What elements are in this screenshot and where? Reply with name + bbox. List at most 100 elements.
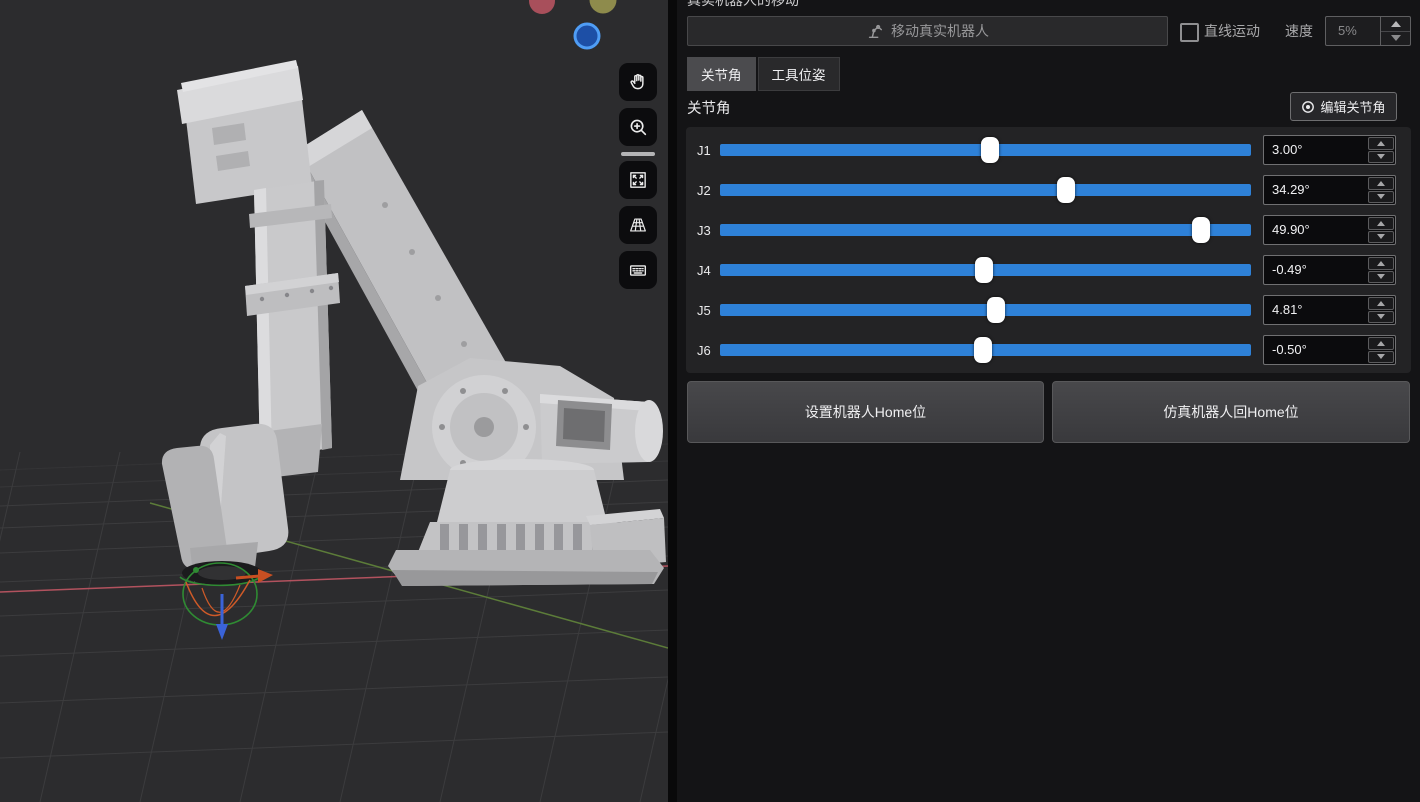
arrow-down-icon <box>1377 274 1385 279</box>
zoom-in-icon <box>627 116 649 138</box>
value-decrease-button[interactable] <box>1368 231 1394 244</box>
joint-slider-j4[interactable] <box>720 257 1251 283</box>
value-increase-button[interactable] <box>1368 137 1394 150</box>
linear-motion-checkbox[interactable] <box>1180 23 1199 42</box>
value-decrease-button[interactable] <box>1368 311 1394 324</box>
joint-label: J2 <box>697 183 720 198</box>
slider-handle[interactable] <box>981 137 999 163</box>
joint-value-spinbox-j4[interactable]: -0.49° <box>1263 255 1396 285</box>
joint-row: J5 4.81° <box>686 290 1411 330</box>
value-increase-button[interactable] <box>1368 257 1394 270</box>
edit-joint-angles-button[interactable]: 编辑关节角 <box>1290 92 1397 121</box>
joint-label: J5 <box>697 303 720 318</box>
pan-hand-button[interactable] <box>619 63 657 101</box>
arrow-down-icon <box>1377 154 1385 159</box>
arrow-up-icon <box>1377 301 1385 306</box>
joint-value: -0.50° <box>1264 336 1367 364</box>
zoom-in-button[interactable] <box>619 108 657 146</box>
keyboard-shortcuts-button[interactable] <box>619 251 657 289</box>
slider-track[interactable] <box>720 224 1251 236</box>
slider-track[interactable] <box>720 304 1251 316</box>
joint-sliders-group: J1 3.00° J2 34.29° <box>686 127 1411 373</box>
arrow-down-icon <box>1391 35 1401 41</box>
joint-value: -0.49° <box>1264 256 1367 284</box>
move-real-robot-label: 移动真实机器人 <box>891 21 989 41</box>
joint-row: J3 49.90° <box>686 210 1411 250</box>
ground-grid-icon <box>627 214 649 236</box>
slider-handle[interactable] <box>974 337 992 363</box>
panel-splitter[interactable] <box>668 0 677 802</box>
value-increase-button[interactable] <box>1368 217 1394 230</box>
toolbar-divider <box>621 152 655 156</box>
joint-slider-j1[interactable] <box>720 137 1251 163</box>
edit-target-icon <box>1301 100 1315 114</box>
joint-value: 49.90° <box>1264 216 1367 244</box>
joint-slider-j6[interactable] <box>720 337 1251 363</box>
arrow-down-icon <box>1377 354 1385 359</box>
axis-ball-red <box>529 0 555 14</box>
panel-title: 真实机器人的移动 <box>687 0 799 10</box>
slider-handle[interactable] <box>987 297 1005 323</box>
linear-motion-label: 直线运动 <box>1204 16 1260 46</box>
arrow-up-icon <box>1391 21 1401 27</box>
speed-increase-button[interactable] <box>1381 17 1410 32</box>
edit-joint-angles-label: 编辑关节角 <box>1320 97 1385 116</box>
ground-grid-button[interactable] <box>619 206 657 244</box>
joint-value-spinbox-j2[interactable]: 34.29° <box>1263 175 1396 205</box>
value-increase-button[interactable] <box>1368 297 1394 310</box>
spinbox-arrows <box>1367 296 1395 324</box>
speed-spinner[interactable]: 5% <box>1325 16 1411 46</box>
pan-hand-icon <box>627 71 649 93</box>
spinbox-arrows <box>1367 136 1395 164</box>
joint-slider-j3[interactable] <box>720 217 1251 243</box>
value-decrease-button[interactable] <box>1368 271 1394 284</box>
sim-robot-return-home-button[interactable]: 仿真机器人回Home位 <box>1052 381 1410 443</box>
joint-value: 34.29° <box>1264 176 1367 204</box>
speed-decrease-button[interactable] <box>1381 32 1410 46</box>
spinbox-arrows <box>1367 216 1395 244</box>
joint-value-spinbox-j3[interactable]: 49.90° <box>1263 215 1396 245</box>
arrow-down-icon <box>1377 194 1385 199</box>
3d-viewport[interactable] <box>0 0 668 802</box>
arrow-up-icon <box>1377 341 1385 346</box>
arrow-down-icon <box>1377 234 1385 239</box>
panel-tabs: 关节角 工具位姿 <box>687 57 840 91</box>
tab-tool-pose[interactable]: 工具位姿 <box>758 57 840 91</box>
joint-label: J4 <box>697 263 720 278</box>
speed-value: 5% <box>1326 17 1380 45</box>
slider-track[interactable] <box>720 184 1251 196</box>
fit-view-button[interactable] <box>619 161 657 199</box>
robot-arm-icon <box>866 22 884 40</box>
arrow-up-icon <box>1377 141 1385 146</box>
viewport-toolbar <box>619 63 657 296</box>
robot-model <box>162 60 666 586</box>
joint-row: J2 34.29° <box>686 170 1411 210</box>
value-increase-button[interactable] <box>1368 337 1394 350</box>
joint-slider-j2[interactable] <box>720 177 1251 203</box>
spinbox-arrows <box>1367 256 1395 284</box>
slider-handle[interactable] <box>975 257 993 283</box>
value-decrease-button[interactable] <box>1368 191 1394 204</box>
joint-slider-j5[interactable] <box>720 297 1251 323</box>
axis-ball-olive <box>590 0 617 14</box>
set-robot-home-button[interactable]: 设置机器人Home位 <box>687 381 1044 443</box>
joint-label: J1 <box>697 143 720 158</box>
joint-label: J6 <box>697 343 720 358</box>
joint-value-spinbox-j5[interactable]: 4.81° <box>1263 295 1396 325</box>
keyboard-icon <box>627 259 649 281</box>
arrow-up-icon <box>1377 181 1385 186</box>
spinbox-arrows <box>1367 176 1395 204</box>
joint-row: J1 3.00° <box>686 130 1411 170</box>
tab-joint-angles[interactable]: 关节角 <box>687 57 756 91</box>
slider-handle[interactable] <box>1057 177 1075 203</box>
move-real-robot-button[interactable]: 移动真实机器人 <box>687 16 1168 46</box>
speed-spinner-arrows <box>1380 17 1410 45</box>
arrow-down-icon <box>1377 314 1385 319</box>
value-increase-button[interactable] <box>1368 177 1394 190</box>
joint-value-spinbox-j6[interactable]: -0.50° <box>1263 335 1396 365</box>
value-decrease-button[interactable] <box>1368 351 1394 364</box>
joint-value-spinbox-j1[interactable]: 3.00° <box>1263 135 1396 165</box>
arrow-up-icon <box>1377 221 1385 226</box>
slider-handle[interactable] <box>1192 217 1210 243</box>
value-decrease-button[interactable] <box>1368 151 1394 164</box>
